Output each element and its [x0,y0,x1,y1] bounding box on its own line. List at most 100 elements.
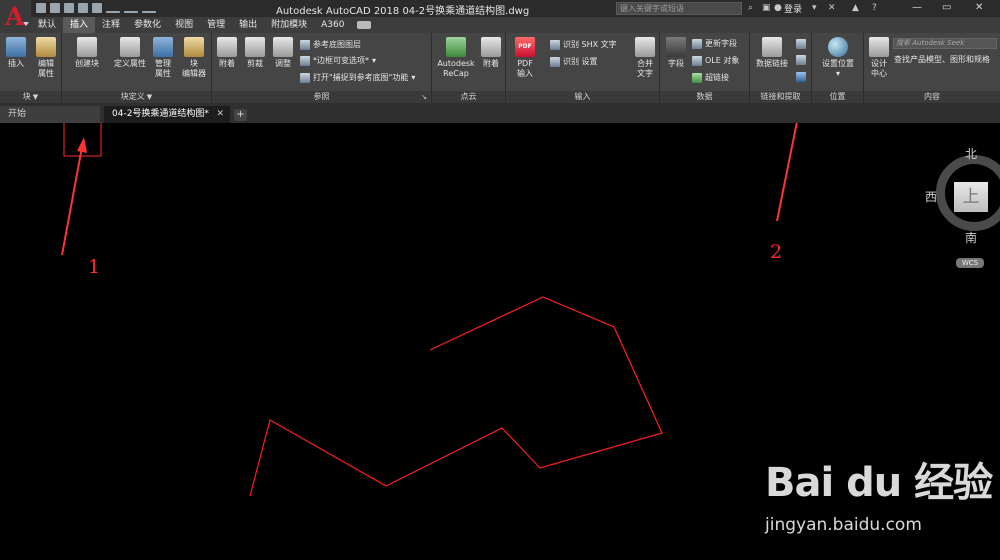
new-tab-button[interactable]: + [234,109,247,121]
seek-search-input[interactable]: 搜索 Autodesk Seek [893,38,997,49]
edit-attribute-button[interactable]: 编辑 属性 [32,37,60,79]
field-icon [666,37,686,57]
panel-label-reference[interactable]: 参照 ↘ [212,91,431,103]
panel-label-data[interactable]: 数据 [660,91,749,103]
login-dropdown-icon[interactable]: ▾ [812,3,822,13]
block-editor-button[interactable]: 块 编辑器 [178,37,210,79]
tab-a360[interactable]: A360 [314,17,351,33]
tab-default[interactable]: 默认 [31,17,63,33]
redo-icon[interactable] [124,3,138,13]
recognize-settings-button[interactable]: 识别 设置 [550,56,598,67]
design-center-icon [869,37,889,57]
tab-output[interactable]: 输出 [232,17,264,33]
search-input[interactable]: 键入关键字或短语 [616,2,742,15]
attach-button[interactable]: 附着 [214,37,240,69]
tab-annotate[interactable]: 注释 [95,17,127,33]
baidu-jingyan-logo: Bai du 经验 [765,460,993,506]
set-location-button[interactable]: 设置位置 ▾ [814,37,862,79]
point-cloud-icon [481,37,501,57]
update-fields-button[interactable]: 更新字段 [692,38,737,49]
panel-location: 设置位置 ▾ 位置 [812,33,864,103]
save-icon[interactable] [64,3,74,13]
open-file-icon[interactable] [50,3,60,13]
a360-icon[interactable]: ▣ [762,3,772,13]
annotation-label-1: 1 [88,256,101,278]
panel-label-import[interactable]: 输入 [506,91,659,103]
tab-insert[interactable]: 插入 [63,17,96,33]
panel-reference: 附着 剪裁 调整 参考底图图层 *边框可变选项* ▾ 打开"捕捉到参考底图"功能… [212,33,432,103]
viewcube-north[interactable]: 北 [965,145,977,162]
tab-addins[interactable]: 附加模块 [264,17,314,33]
point-cloud-attach-button[interactable]: 附着 [478,37,504,69]
viewcube-south[interactable]: 南 [965,229,977,246]
undo-icon[interactable] [106,3,120,13]
viewcube[interactable]: 北 西 南 上 WCS [920,145,1000,268]
underlay-layers-button[interactable]: 参考底图图层 [300,39,361,50]
ole-object-button[interactable]: OLE 对象 [692,55,739,66]
ribbon-toggle-icon[interactable] [357,21,372,29]
panel-label-block-definition[interactable]: 块定义 ▼ [62,91,211,103]
define-attribute-button[interactable]: 定义属性 [110,37,150,69]
adjust-icon [273,37,293,57]
panel-label-point-cloud[interactable]: 点云 [432,91,505,103]
tab-view[interactable]: 视图 [168,17,200,33]
minimize-button[interactable]: — [912,2,922,13]
application-menu-button[interactable]: A [0,0,31,33]
snap-underlay-dropdown[interactable]: 打开"捕捉到参考底图"功能 ▾ [300,72,415,83]
download-from-source-icon[interactable] [796,39,806,49]
insert-button[interactable]: 插入 [4,37,28,69]
settings-icon [550,56,560,67]
panel-label-location[interactable]: 位置 [812,91,863,103]
new-file-icon[interactable] [36,3,46,13]
tab-manage[interactable]: 管理 [200,17,232,33]
merge-text-button[interactable]: 合并 文字 [632,37,658,79]
panel-label-link-extract[interactable]: 链接和提取 [750,91,811,103]
help-icon[interactable]: ? [872,3,882,13]
recap-button[interactable]: Autodesk ReCap [434,37,478,79]
viewcube-top-face[interactable]: 上 [954,182,988,212]
underlay-layers-icon [300,39,310,50]
login-button[interactable]: 登录 [784,2,802,15]
wcs-menu[interactable]: WCS [956,258,984,268]
hyperlink-button[interactable]: 超链接 [692,72,729,83]
qat-dropdown-icon[interactable] [142,3,156,13]
field-button[interactable]: 字段 [664,37,688,69]
data-link-icon [762,37,782,57]
viewcube-west[interactable]: 西 [925,188,937,205]
dialog-launcher-icon[interactable]: ↘ [421,91,427,103]
recognize-shx-button[interactable]: 识别 SHX 文字 [550,39,617,50]
upload-to-source-icon[interactable] [796,55,806,65]
ribbon-tab-bar: 默认 插入 注释 参数化 视图 管理 输出 附加模块 A360 [31,17,1000,33]
search-icon[interactable]: ⌕ [748,3,758,13]
exchange-icon[interactable]: ✕ [828,3,838,13]
drawing-polyline[interactable] [249,296,663,497]
manage-attributes-button[interactable]: 管理 属性 [150,37,176,79]
frame-options-dropdown[interactable]: *边框可变选项* ▾ [300,55,376,66]
maximize-button[interactable]: ▭ [942,2,951,13]
frame-icon [300,55,310,66]
pdf-import-button[interactable]: PDF PDF 输入 [510,37,540,79]
autodesk-store-icon[interactable]: ▲ [852,3,862,13]
design-center-button[interactable]: 设计 中心 [866,37,892,79]
adjust-button[interactable]: 调整 [270,37,296,69]
user-icon[interactable]: ● [774,3,784,13]
clip-button[interactable]: 剪裁 [242,37,268,69]
create-block-button[interactable]: 创建块 [70,37,104,69]
chevron-down-icon [23,22,29,26]
file-tab-document[interactable]: 04-2号换乘通道结构图* ✕ [104,106,230,123]
window-title: Autodesk AutoCAD 2018 04-2号换乘通道结构图.dwg [276,6,530,17]
file-tab-start[interactable]: 开始 [0,106,100,123]
close-button[interactable]: ✕ [975,2,983,13]
data-link-button[interactable]: 数据链接 [752,37,792,69]
ribbon: 插入 编辑 属性 块 ▼ 创建块 定义属性 管理 属性 块 编辑器 块定义 ▼ … [0,33,1000,103]
annotation-label-2: 2 [770,241,783,263]
annotation-arrowhead-1 [77,137,87,153]
panel-data: 字段 更新字段 OLE 对象 超链接 数据 [660,33,750,103]
close-icon[interactable]: ✕ [216,106,224,123]
save-as-icon[interactable] [78,3,88,13]
tab-parametric[interactable]: 参数化 [127,17,168,33]
panel-label-content[interactable]: 内容 [864,91,1000,103]
extract-data-icon[interactable] [796,72,806,82]
print-icon[interactable] [92,3,102,13]
panel-label-block[interactable]: 块 ▼ [0,91,61,103]
